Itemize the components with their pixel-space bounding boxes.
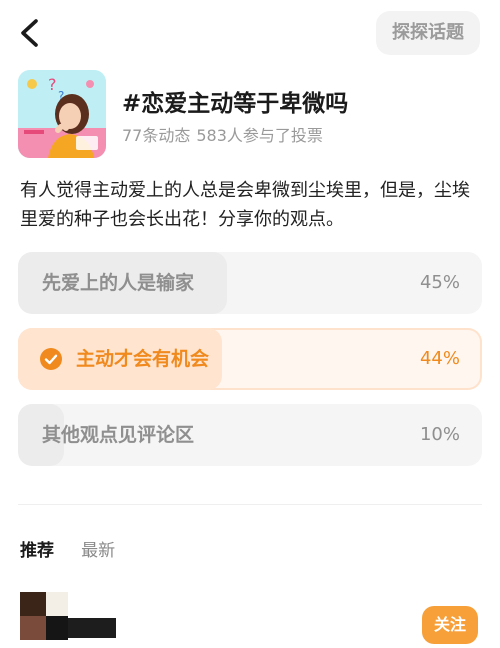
poll-option-percent: 44% bbox=[419, 348, 460, 369]
top-bar: 探探话题 bbox=[0, 0, 500, 66]
vote-count: 583人参与了投票 bbox=[196, 126, 323, 145]
poll-option-selected[interactable]: 主动才会有机会 44% bbox=[18, 328, 482, 390]
poll-option[interactable]: 其他观点见评论区 10% bbox=[18, 404, 482, 466]
poll-option-percent: 45% bbox=[419, 272, 460, 293]
svg-text:?: ? bbox=[48, 75, 57, 94]
chevron-left-icon[interactable] bbox=[16, 18, 44, 48]
post-author[interactable] bbox=[20, 592, 120, 642]
tab-latest[interactable]: 最新 bbox=[81, 536, 115, 561]
explore-topics-button[interactable]: 探探话题 bbox=[376, 11, 480, 55]
check-circle-icon bbox=[40, 348, 62, 370]
poll-option-label: 主动才会有机会 bbox=[76, 348, 210, 370]
topic-cover-image: ? ? bbox=[18, 70, 106, 158]
divider bbox=[18, 504, 482, 505]
posts-count: 77条动态 bbox=[122, 126, 191, 145]
poll-option-label: 先爱上的人是输家 bbox=[42, 272, 195, 294]
poll-option-label: 其他观点见评论区 bbox=[42, 424, 195, 446]
topic-stats: 77条动态 583人参与了投票 bbox=[122, 122, 323, 146]
author-name-redacted bbox=[68, 618, 116, 638]
poll-option-percent: 10% bbox=[419, 424, 460, 445]
feed-tabs: 推荐 最新 bbox=[20, 536, 137, 564]
tab-recommended[interactable]: 推荐 bbox=[20, 536, 54, 561]
topic-header: ? ? #恋爱主动等于卑微吗 77条动态 583人参与了投票 bbox=[18, 70, 488, 160]
follow-button[interactable]: 关注 bbox=[421, 606, 478, 644]
topic-description: 有人觉得主动爱上的人总是会卑微到尘埃里，但是，尘埃里爱的种子也会长出花！分享你的… bbox=[20, 180, 470, 230]
topic-title: #恋爱主动等于卑微吗 bbox=[122, 91, 349, 117]
poll: 先爱上的人是输家 45% 主动才会有机会 44% 其他观点见评论区 10% bbox=[18, 252, 482, 480]
poll-option[interactable]: 先爱上的人是输家 45% bbox=[18, 252, 482, 314]
avatar[interactable] bbox=[20, 592, 68, 640]
topic-illustration: ? ? bbox=[18, 70, 106, 158]
